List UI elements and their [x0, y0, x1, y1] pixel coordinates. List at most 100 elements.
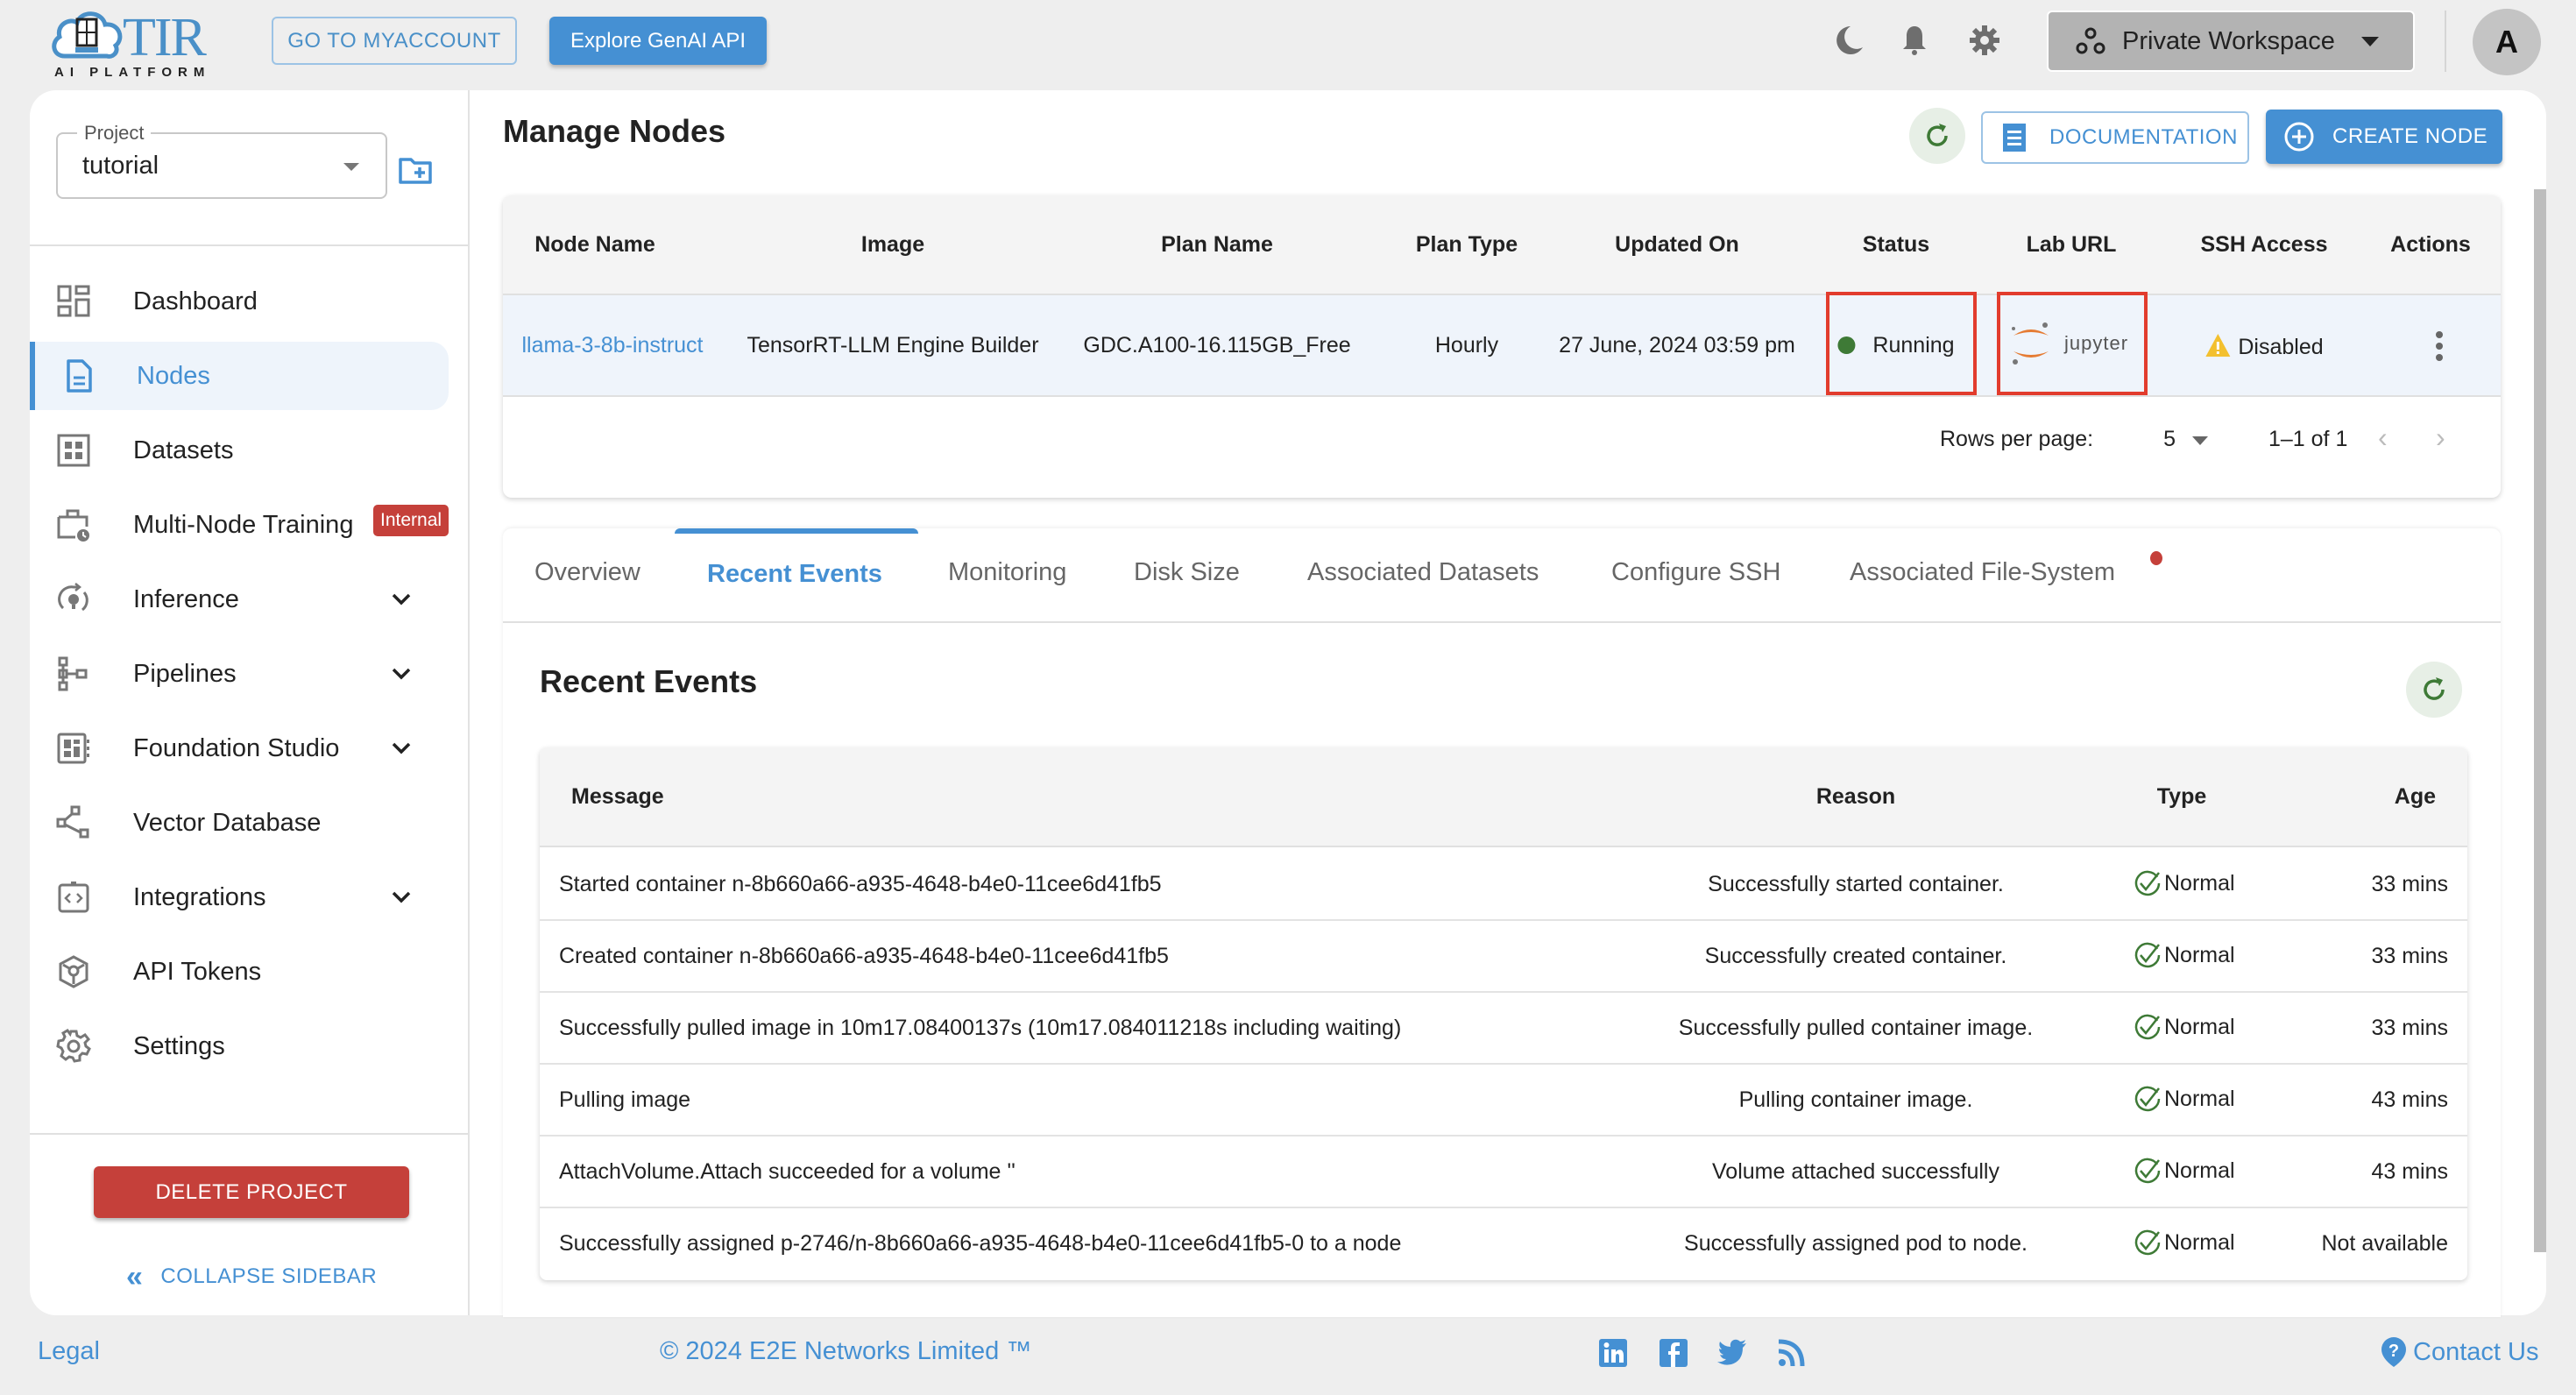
node-name-link[interactable]: llama-3-8b-instruct — [521, 333, 703, 358]
rss-icon[interactable] — [1775, 1337, 1807, 1369]
sidebar-item-nodes[interactable]: Nodes — [30, 342, 449, 410]
top-bar: TIR AI PLATFORM GO TO MYACCOUNT Explore … — [0, 0, 2576, 88]
workspace-selector[interactable]: Private Workspace — [2047, 11, 2415, 72]
go-to-myaccount-button[interactable]: GO TO MYACCOUNT — [272, 17, 517, 65]
column-header[interactable]: Status — [1863, 232, 1929, 258]
moon-icon[interactable] — [1831, 23, 1866, 58]
api-tokens-icon — [59, 955, 88, 988]
pipelines-icon — [58, 656, 88, 691]
delete-project-button[interactable]: DELETE PROJECT — [94, 1166, 409, 1218]
foundation-studio-icon — [57, 733, 89, 764]
new-folder-icon[interactable] — [398, 154, 433, 186]
sidebar-item-vector-database[interactable]: Vector Database — [30, 789, 449, 857]
page-title: Manage Nodes — [503, 113, 726, 149]
contact-us-link[interactable]: ? Contact Us — [2380, 1335, 2538, 1369]
event-message: AttachVolume.Attach succeeded for a volu… — [559, 1159, 1016, 1184]
node-image: TensorRT-LLM Engine Builder — [747, 333, 1039, 358]
copyright: © 2024 E2E Networks Limited ™ — [660, 1337, 1032, 1365]
contact-us-label: Contact Us — [2413, 1337, 2539, 1366]
sidebar-item-api-tokens[interactable]: API Tokens — [30, 938, 449, 1006]
column-header[interactable]: Lab URL — [2027, 232, 2117, 258]
tab-overview[interactable]: Overview — [534, 558, 640, 587]
table-row: Successfully pulled image in 10m17.08400… — [540, 993, 2467, 1065]
column-header[interactable]: Node Name — [534, 232, 655, 258]
column-header: Reason — [1815, 784, 1896, 809]
sidebar-item-datasets[interactable]: Datasets — [30, 416, 449, 485]
column-header[interactable]: Plan Type — [1416, 232, 1518, 258]
node-plan-name: GDC.A100-16.115GB_Free — [1083, 333, 1351, 358]
event-type-label: Normal — [2164, 1014, 2235, 1039]
check-circle-icon — [2134, 1229, 2161, 1256]
sidebar-item-foundation-studio[interactable]: Foundation Studio — [30, 714, 449, 782]
create-node-button[interactable]: CREATE NODE — [2266, 110, 2502, 164]
sidebar-item-label: Integrations — [133, 882, 266, 911]
node-details-panel: Overview Recent Events Monitoring Disk S… — [503, 528, 2501, 1317]
column-header[interactable]: Updated On — [1615, 232, 1739, 258]
node-updated-on: 27 June, 2024 03:59 pm — [1559, 333, 1795, 358]
event-type: Normal — [2133, 1156, 2235, 1186]
event-type-label: Normal — [2164, 870, 2235, 896]
explore-genai-api-button[interactable]: Explore GenAI API — [549, 17, 767, 65]
sidebar-item-integrations[interactable]: Integrations — [30, 863, 449, 931]
refresh-nodes-button[interactable] — [1909, 108, 1965, 164]
chevron-down-icon[interactable] — [389, 885, 414, 910]
tab-configure-ssh[interactable]: Configure SSH — [1611, 558, 1780, 587]
tab-associated-datasets[interactable]: Associated Datasets — [1307, 558, 1539, 587]
event-age: 33 mins — [2371, 944, 2448, 968]
previous-page-icon[interactable]: ‹ — [2378, 421, 2388, 454]
chevron-down-icon[interactable] — [389, 736, 414, 761]
chevron-down-icon[interactable] — [389, 662, 414, 686]
column-header[interactable]: Plan Name — [1161, 232, 1273, 258]
refresh-events-button[interactable] — [2406, 662, 2462, 718]
linkedin-icon[interactable] — [1597, 1337, 1629, 1369]
sidebar-item-pipelines[interactable]: Pipelines — [30, 640, 449, 708]
caret-down-icon[interactable] — [2192, 436, 2208, 445]
event-age: 43 mins — [2371, 1159, 2448, 1184]
documentation-button[interactable]: DOCUMENTATION — [1981, 111, 2249, 164]
event-type: Normal — [2133, 1228, 2235, 1257]
tab-monitoring[interactable]: Monitoring — [948, 558, 1066, 587]
documentation-label: DOCUMENTATION — [2049, 125, 2238, 149]
next-page-icon[interactable]: › — [2436, 421, 2445, 454]
sidebar-item-dashboard[interactable]: Dashboard — [30, 267, 449, 336]
sidebar: Project tutorial Dashboard Nodes Dataset… — [30, 90, 470, 1315]
project-label: Project — [77, 122, 152, 145]
chevron-down-icon[interactable] — [389, 587, 414, 612]
vector-db-icon — [56, 805, 89, 839]
tab-recent-events[interactable]: Recent Events — [707, 560, 882, 589]
scrollbar[interactable] — [2534, 189, 2546, 1252]
facebook-icon[interactable] — [1658, 1337, 1689, 1369]
bell-icon[interactable] — [1897, 23, 1932, 58]
rows-per-page-select[interactable]: 5 — [2163, 427, 2176, 452]
internal-badge: Internal — [373, 505, 449, 536]
sidebar-item-inference[interactable]: Inference — [30, 565, 449, 634]
sidebar-item-settings[interactable]: Settings — [30, 1012, 449, 1080]
tir-logo[interactable]: TIR AI PLATFORM — [49, 7, 224, 80]
collapse-sidebar-button[interactable]: « COLLAPSE SIDEBAR — [126, 1262, 377, 1292]
refresh-icon — [2424, 677, 2445, 700]
tab-disk-size[interactable]: Disk Size — [1134, 558, 1240, 587]
events-table: Message Reason Type Age Started containe… — [540, 747, 2467, 1280]
recent-events-title: Recent Events — [540, 663, 758, 699]
sidebar-item-multi-node-training[interactable]: Multi-Node Training Internal — [30, 491, 449, 559]
event-reason: Successfully pulled container image. — [1678, 1016, 2034, 1040]
table-row: Created container n-8b660a66-a935-4648-b… — [540, 921, 2467, 993]
table-row[interactable]: llama-3-8b-instruct TensorRT-LLM Engine … — [503, 295, 2501, 397]
nodes-table: Node Name Image Plan Name Plan Type Upda… — [503, 195, 2501, 498]
avatar[interactable]: A — [2473, 9, 2541, 75]
table-row: AttachVolume.Attach succeeded for a volu… — [540, 1137, 2467, 1208]
tab-associated-file-system[interactable]: Associated File-System — [1850, 558, 2115, 587]
legal-link[interactable]: Legal — [38, 1337, 100, 1366]
more-actions-icon[interactable] — [2435, 330, 2444, 362]
gear-icon[interactable] — [1967, 23, 2002, 58]
project-select[interactable]: Project tutorial — [56, 122, 387, 199]
refresh-icon — [1927, 124, 1948, 146]
table-header: Message Reason Type Age — [540, 747, 2467, 847]
column-header[interactable]: Image — [861, 232, 924, 258]
event-type-label: Normal — [2164, 1086, 2235, 1111]
column-header[interactable]: SSH Access — [2201, 232, 2328, 258]
node-plan-type: Hourly — [1434, 333, 1499, 358]
ssh-access: Disabled — [2204, 333, 2324, 360]
column-header[interactable]: Actions — [2390, 232, 2471, 258]
twitter-icon[interactable] — [1716, 1337, 1748, 1369]
